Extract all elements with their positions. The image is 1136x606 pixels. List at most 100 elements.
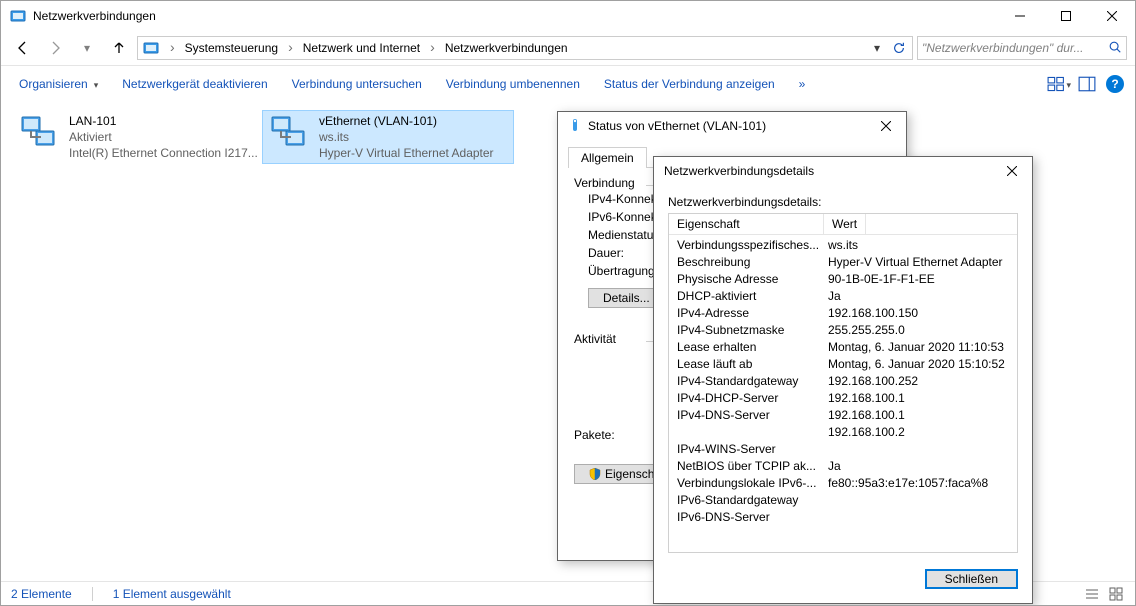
address-bar[interactable]: Systemsteuerung Netzwerk und Internet Ne…	[137, 36, 913, 60]
breadcrumb-segment[interactable]: Systemsteuerung	[185, 41, 278, 55]
details-row-value	[824, 509, 1017, 526]
maximize-button[interactable]	[1043, 1, 1089, 31]
details-row[interactable]: IPv6-Standardgateway	[669, 492, 1017, 509]
minimize-button[interactable]	[997, 1, 1043, 31]
details-row[interactable]: NetBIOS über TCPIP ak...Ja	[669, 458, 1017, 475]
details-row[interactable]: IPv4-DNS-Server192.168.100.1	[669, 407, 1017, 424]
item-count: 2 Elemente	[11, 587, 72, 601]
details-row[interactable]: Physische Adresse90-1B-0E-1F-F1-EE	[669, 271, 1017, 288]
details-row[interactable]: IPv4-WINS-Server	[669, 441, 1017, 458]
details-row-value: ws.its	[824, 237, 1017, 254]
address-dropdown-button[interactable]: ▾	[866, 37, 888, 59]
view-options-button[interactable]	[1047, 72, 1071, 96]
help-icon: ?	[1106, 75, 1124, 93]
details-row[interactable]: BeschreibungHyper-V Virtual Ethernet Ada…	[669, 254, 1017, 271]
breadcrumb-chevron[interactable]	[166, 40, 179, 56]
details-table-header[interactable]: Eigenschaft Wert	[669, 214, 1017, 235]
overflow-button[interactable]: »	[789, 73, 816, 95]
details-dialog-close-button[interactable]	[996, 158, 1028, 184]
location-icon	[142, 39, 160, 57]
details-row-property: IPv4-Subnetzmaske	[669, 322, 824, 339]
details-dialog-titlebar[interactable]: Netzwerkverbindungsdetails	[654, 157, 1032, 185]
adapter-device: Hyper-V Virtual Ethernet Adapter	[319, 145, 494, 161]
search-placeholder: "Netzwerkverbindungen" dur...	[922, 41, 1104, 55]
details-row[interactable]: Verbindungslokale IPv6-...fe80::95a3:e17…	[669, 475, 1017, 492]
adapter-item[interactable]: vEthernet (VLAN-101) ws.its Hyper-V Virt…	[263, 111, 513, 163]
connection-group-label: Verbindung	[574, 176, 635, 190]
network-adapter-icon	[267, 113, 309, 155]
address-bar-row: ▾ Systemsteuerung Netzwerk und Internet …	[1, 31, 1135, 65]
breadcrumb-segment[interactable]: Netzwerk und Internet	[303, 41, 420, 55]
activity-group-label: Aktivität	[574, 332, 616, 346]
refresh-button[interactable]	[888, 37, 910, 59]
details-row-value: 255.255.255.0	[824, 322, 1017, 339]
details-row[interactable]: 192.168.100.2	[669, 424, 1017, 441]
status-dialog-titlebar[interactable]: Status von vEthernet (VLAN-101)	[558, 112, 906, 140]
nav-forward-button[interactable]	[41, 34, 69, 62]
details-header-value[interactable]: Wert	[824, 214, 866, 234]
details-row[interactable]: IPv4-Subnetzmaske255.255.255.0	[669, 322, 1017, 339]
breadcrumb-segment[interactable]: Netzwerkverbindungen	[445, 41, 568, 55]
command-bar: Organisieren Netzwerkgerät deaktivieren …	[1, 66, 1135, 102]
details-row-value: Ja	[824, 458, 1017, 475]
details-row[interactable]: DHCP-aktiviertJa	[669, 288, 1017, 305]
details-row-value: Ja	[824, 288, 1017, 305]
close-button[interactable]	[1089, 1, 1135, 31]
disable-adapter-button[interactable]: Netzwerkgerät deaktivieren	[112, 73, 277, 95]
details-row-property: Lease erhalten	[669, 339, 824, 356]
details-row-property: NetBIOS über TCPIP ak...	[669, 458, 824, 475]
app-icon	[9, 7, 27, 25]
details-row[interactable]: IPv4-DHCP-Server192.168.100.1	[669, 390, 1017, 407]
details-row[interactable]: Lease läuft abMontag, 6. Januar 2020 15:…	[669, 356, 1017, 373]
adapter-device: Intel(R) Ethernet Connection I217...	[69, 145, 258, 161]
nav-up-button[interactable]	[105, 34, 133, 62]
adapter-status: ws.its	[319, 129, 494, 145]
details-row-property: DHCP-aktiviert	[669, 288, 824, 305]
details-header-property[interactable]: Eigenschaft	[669, 214, 824, 234]
titlebar: Netzwerkverbindungen	[1, 1, 1135, 31]
details-row-value: 192.168.100.1	[824, 390, 1017, 407]
details-dialog-title: Netzwerkverbindungsdetails	[664, 164, 814, 178]
view-status-button[interactable]: Status der Verbindung anzeigen	[594, 73, 785, 95]
details-table: Eigenschaft Wert Verbindungsspezifisches…	[668, 213, 1018, 553]
adapter-status: Aktiviert	[69, 129, 258, 145]
details-row-property: IPv4-Adresse	[669, 305, 824, 322]
details-row-property: Beschreibung	[669, 254, 824, 271]
help-button[interactable]: ?	[1103, 72, 1127, 96]
details-row[interactable]: Verbindungsspezifisches...ws.its	[669, 237, 1017, 254]
nav-history-button[interactable]: ▾	[73, 34, 101, 62]
details-dialog: Netzwerkverbindungsdetails Netzwerkverbi…	[653, 156, 1033, 604]
rename-connection-button[interactable]: Verbindung umbenennen	[436, 73, 590, 95]
adapter-name: LAN-101	[69, 113, 258, 129]
details-row-value	[824, 492, 1017, 509]
close-details-button[interactable]: Schließen	[925, 569, 1018, 589]
breadcrumb-chevron[interactable]	[426, 40, 439, 56]
details-row[interactable]: IPv4-Adresse192.168.100.150	[669, 305, 1017, 322]
details-row[interactable]: IPv4-Standardgateway192.168.100.252	[669, 373, 1017, 390]
details-row-property: IPv4-Standardgateway	[669, 373, 824, 390]
diagnose-connection-button[interactable]: Verbindung untersuchen	[282, 73, 432, 95]
nav-back-button[interactable]	[9, 34, 37, 62]
search-icon[interactable]	[1108, 40, 1122, 57]
details-row-property: Verbindungsspezifisches...	[669, 237, 824, 254]
breadcrumb-chevron[interactable]	[284, 40, 297, 56]
selection-count: 1 Element ausgewählt	[113, 587, 231, 601]
tiles-view-icon[interactable]	[1107, 585, 1125, 603]
shield-icon	[589, 468, 601, 480]
status-dialog-tab-general[interactable]: Allgemein	[568, 147, 647, 168]
preview-pane-button[interactable]	[1075, 72, 1099, 96]
details-row-property: Verbindungslokale IPv6-...	[669, 475, 824, 492]
details-row-value: fe80::95a3:e17e:1057:faca%8	[824, 475, 1017, 492]
adapter-name: vEthernet (VLAN-101)	[319, 113, 494, 129]
details-row[interactable]: IPv6-DNS-Server	[669, 509, 1017, 526]
adapter-item[interactable]: LAN-101 Aktiviert Intel(R) Ethernet Conn…	[13, 111, 263, 163]
details-label: Netzwerkverbindungsdetails:	[668, 195, 1018, 209]
status-dialog-close-button[interactable]	[870, 113, 902, 139]
details-row-property: IPv6-Standardgateway	[669, 492, 824, 509]
organize-menu[interactable]: Organisieren	[9, 73, 108, 95]
details-row-property: IPv4-DHCP-Server	[669, 390, 824, 407]
search-input[interactable]: "Netzwerkverbindungen" dur...	[917, 36, 1127, 60]
network-adapter-icon	[17, 113, 59, 155]
details-row[interactable]: Lease erhaltenMontag, 6. Januar 2020 11:…	[669, 339, 1017, 356]
details-view-icon[interactable]	[1083, 585, 1101, 603]
